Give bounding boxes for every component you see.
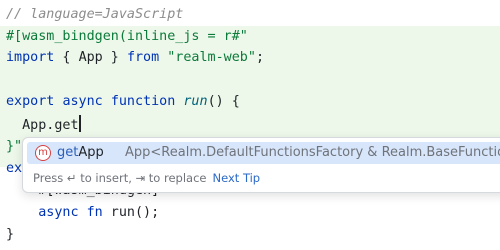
code-line-typing[interactable]: App.get bbox=[6, 115, 81, 135]
completion-item[interactable]: m getApp App<Realm.DefaultFunctionsFacto… bbox=[27, 142, 500, 164]
text-caret bbox=[78, 115, 81, 132]
completion-footer: Press ↵ to insert, ⇥ to replace Next Tip bbox=[33, 169, 260, 187]
code-line-bindgen: #[wasm_bindgen(inline_js = r#" bbox=[6, 29, 248, 44]
completion-footer-hint: Press ↵ to insert, ⇥ to replace bbox=[33, 171, 207, 185]
code-editor[interactable]: // language=JavaScript #[wasm_bindgen(in… bbox=[0, 0, 500, 250]
method-icon: m bbox=[35, 145, 51, 161]
completion-item-type: App<Realm.DefaultFunctionsFactory & Real… bbox=[125, 145, 500, 160]
code-line-export-function: export async function run() { bbox=[6, 94, 240, 109]
completion-popup[interactable]: m getApp App<Realm.DefaultFunctionsFacto… bbox=[22, 137, 500, 193]
code-line-ex: ex bbox=[6, 161, 23, 176]
next-tip-link[interactable]: Next Tip bbox=[213, 171, 261, 185]
completion-item-name: getApp bbox=[57, 145, 104, 160]
code-line-closing: }" bbox=[6, 139, 23, 154]
code-line-comment: // language=JavaScript bbox=[6, 7, 184, 22]
code-line-async-fn: async fn run(); bbox=[6, 205, 160, 220]
code-line-import: import { App } from "realm-web"; bbox=[6, 50, 264, 65]
code-line-close-brace: } bbox=[6, 227, 15, 242]
